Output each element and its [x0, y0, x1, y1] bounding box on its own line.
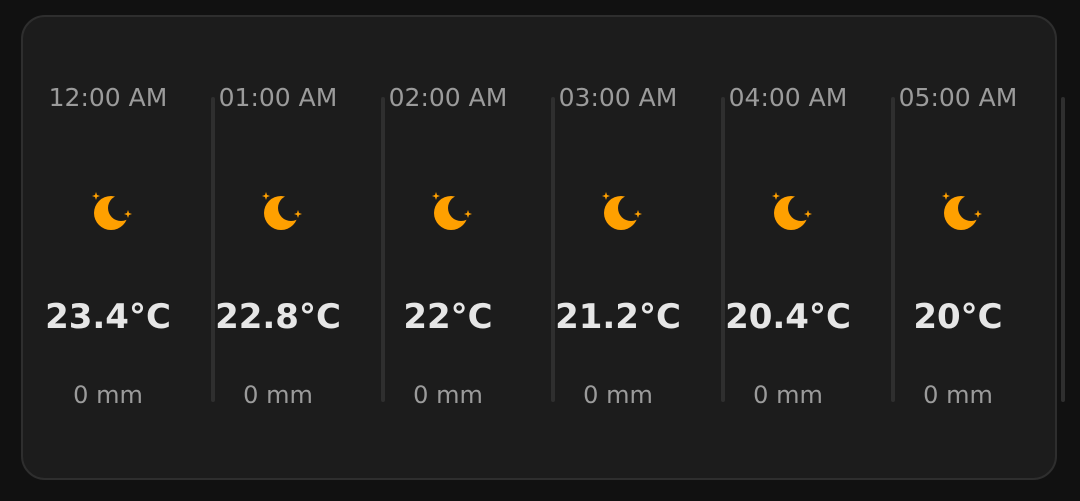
clear-night-icon — [262, 192, 302, 230]
forecast-hour: 02:00 AM 22°C 0 mm — [385, 17, 555, 478]
clear-night-icon — [92, 192, 132, 230]
forecast-hour: 03:00 AM 21.2°C 0 mm — [555, 17, 725, 478]
forecast-temperature: 21.2°C — [555, 297, 681, 337]
forecast-hour: 05:00 AM 20°C 0 mm — [895, 17, 1065, 478]
clear-night-icon — [602, 192, 642, 230]
forecast-time: 03:00 AM — [558, 83, 678, 112]
forecast-time: 02:00 AM — [388, 83, 508, 112]
forecast-precipitation: 0 mm — [413, 381, 483, 409]
clear-night-icon — [432, 192, 472, 230]
forecast-time: 12:00 AM — [48, 83, 168, 112]
forecast-temperature: 23.4°C — [45, 297, 171, 337]
forecast-hour: 01:00 AM 22.8°C 0 mm — [215, 17, 385, 478]
forecast-precipitation: 0 mm — [73, 381, 143, 409]
forecast-precipitation: 0 mm — [923, 381, 993, 409]
forecast-time: 05:00 AM — [898, 83, 1018, 112]
forecast-precipitation: 0 mm — [753, 381, 823, 409]
forecast-temperature: 20.4°C — [725, 297, 851, 337]
forecast-hour: 12:00 AM 23.4°C 0 mm — [45, 17, 215, 478]
clear-night-icon — [772, 192, 812, 230]
forecast-temperature: 22.8°C — [215, 297, 341, 337]
hourly-forecast-list: 12:00 AM 23.4°C 0 mm 01:00 AM 22.8°C 0 m… — [45, 17, 1065, 478]
forecast-time: 04:00 AM — [728, 83, 848, 112]
forecast-time: 01:00 AM — [218, 83, 338, 112]
forecast-precipitation: 0 mm — [243, 381, 313, 409]
forecast-temperature: 22°C — [403, 297, 493, 337]
forecast-precipitation: 0 mm — [583, 381, 653, 409]
forecast-hour: 04:00 AM 20.4°C 0 mm — [725, 17, 895, 478]
forecast-temperature: 20°C — [913, 297, 1003, 337]
column-divider — [1061, 97, 1065, 402]
hourly-forecast-card: 12:00 AM 23.4°C 0 mm 01:00 AM 22.8°C 0 m… — [21, 15, 1065, 480]
clear-night-icon — [942, 192, 982, 230]
